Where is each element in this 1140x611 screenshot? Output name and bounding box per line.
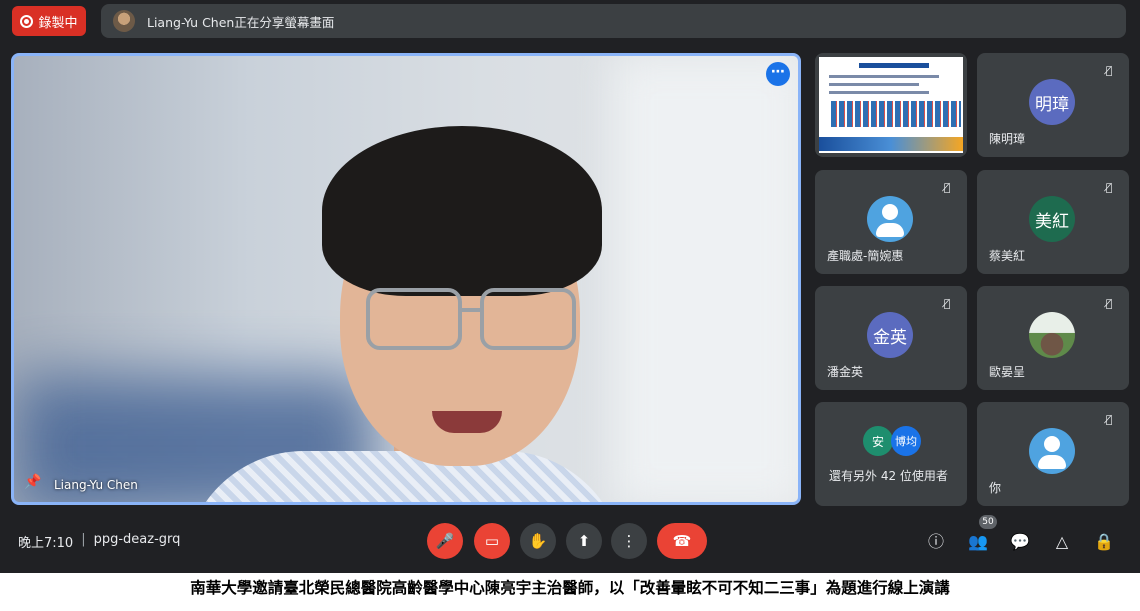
mic-off-icon: 🎙̸ — [1105, 181, 1113, 194]
caption: 南華大學邀請臺北榮民總醫院高齡醫學中心陳亮宇主治醫師，以「改善暈眩不可不知二三事… — [0, 573, 1140, 611]
more-options-icon[interactable]: ⋯ — [766, 62, 790, 86]
main-speaker-tile[interactable]: ⋯ 📌 Liang-Yu Chen — [11, 53, 801, 505]
recording-button[interactable]: 錄製中 — [12, 6, 86, 36]
slide-graphic — [831, 101, 961, 127]
pin-icon[interactable]: 📌 — [24, 474, 41, 490]
speaker-video — [322, 126, 602, 296]
host-controls-icon[interactable]: 🔒 — [1092, 530, 1116, 554]
avatar: 金英 — [867, 312, 913, 358]
slide-graphic — [819, 137, 963, 151]
participant-name: 歐晏呈 — [989, 365, 1026, 379]
mic-off-icon: 🎙̸ — [1105, 413, 1113, 426]
main-speaker-name: Liang-Yu Chen — [54, 478, 138, 492]
recording-label: 錄製中 — [38, 15, 78, 31]
speaker-video — [432, 411, 502, 433]
mic-off-icon: 🎙̸ — [1105, 297, 1113, 310]
info-icon[interactable]: ⓘ — [924, 530, 948, 554]
mic-toggle-button[interactable]: 🎤 — [427, 523, 463, 559]
self-tile[interactable]: 🎙̸ 你 — [977, 402, 1129, 506]
presentation-tile[interactable] — [815, 53, 967, 157]
meet-window: 錄製中 Liang-Yu Chen正在分享螢幕畫面 ⋯ 📌 Liang-Yu C… — [0, 0, 1140, 573]
chat-icon[interactable]: 💬 — [1008, 530, 1032, 554]
participant-name: 陳明璋 — [989, 132, 1026, 146]
avatar: 安 — [863, 426, 893, 456]
avatar: 博均 — [891, 426, 921, 456]
present-icon: ⬆ — [577, 532, 591, 550]
participant-tile[interactable]: 🎙̸ 美紅 蔡美紅 — [977, 170, 1129, 274]
participant-name: 蔡美紅 — [989, 249, 1026, 263]
record-icon — [20, 14, 34, 28]
mic-off-icon: 🎙̸ — [1105, 64, 1113, 77]
more-vert-icon: ⋮ — [621, 532, 637, 550]
screen-share-text: Liang-Yu Chen正在分享螢幕畫面 — [147, 14, 335, 30]
slide-graphic — [859, 63, 929, 68]
participant-name: 產職處-簡婉惠 — [827, 249, 904, 263]
present-screen-button[interactable]: ⬆ — [566, 523, 602, 559]
camera-toggle-button[interactable]: ▭ — [474, 523, 510, 559]
participant-name: 你 — [989, 481, 1002, 495]
participant-tile[interactable]: 🎙̸ 歐晏呈 — [977, 286, 1129, 390]
meeting-time: 晚上7:10 — [18, 536, 74, 551]
more-options-button[interactable]: ⋮ — [611, 523, 647, 559]
meeting-code: ppg-deaz-grq — [93, 532, 181, 547]
participant-name: 潘金英 — [827, 365, 864, 379]
profile-photo — [1029, 312, 1075, 358]
hand-icon: ✋ — [528, 532, 548, 550]
slide-graphic — [829, 83, 919, 86]
default-person-icon — [1029, 428, 1075, 474]
screen-share-banner: Liang-Yu Chen正在分享螢幕畫面 — [101, 4, 1126, 38]
presenter-avatar — [113, 10, 135, 32]
default-person-icon — [867, 196, 913, 242]
mic-off-icon: 🎤 — [435, 532, 455, 550]
slide-graphic — [829, 75, 939, 78]
presentation-thumbnail — [819, 57, 963, 153]
speaker-video — [366, 288, 462, 350]
people-count-badge: 50 — [979, 515, 997, 529]
avatar: 明璋 — [1029, 79, 1075, 125]
activities-icon[interactable]: △ — [1050, 530, 1074, 554]
other-participants-tile[interactable]: 安 博均 還有另外 42 位使用者 — [815, 402, 967, 506]
speaker-video — [480, 288, 576, 350]
mic-off-icon: 🎙̸ — [943, 297, 951, 310]
camera-off-icon: ▭ — [484, 532, 500, 550]
slide-graphic — [829, 91, 929, 94]
leave-call-button[interactable]: ☎ — [657, 523, 707, 559]
hang-up-icon: ☎ — [672, 532, 692, 550]
background-blur — [614, 56, 798, 502]
meeting-info: 晚上7:10 | ppg-deaz-grq — [18, 532, 180, 551]
mic-off-icon: 🎙̸ — [943, 181, 951, 194]
raise-hand-button[interactable]: ✋ — [520, 523, 556, 559]
participant-tile[interactable]: 🎙̸ 產職處-簡婉惠 — [815, 170, 967, 274]
avatar: 美紅 — [1029, 196, 1075, 242]
participant-tile[interactable]: 🎙̸ 明璋 陳明璋 — [977, 53, 1129, 157]
speaker-video — [460, 308, 482, 312]
separator: | — [81, 532, 86, 547]
others-label: 還有另外 42 位使用者 — [829, 469, 948, 483]
participant-tile[interactable]: 🎙̸ 金英 潘金英 — [815, 286, 967, 390]
people-icon[interactable]: 👥 — [966, 530, 990, 554]
